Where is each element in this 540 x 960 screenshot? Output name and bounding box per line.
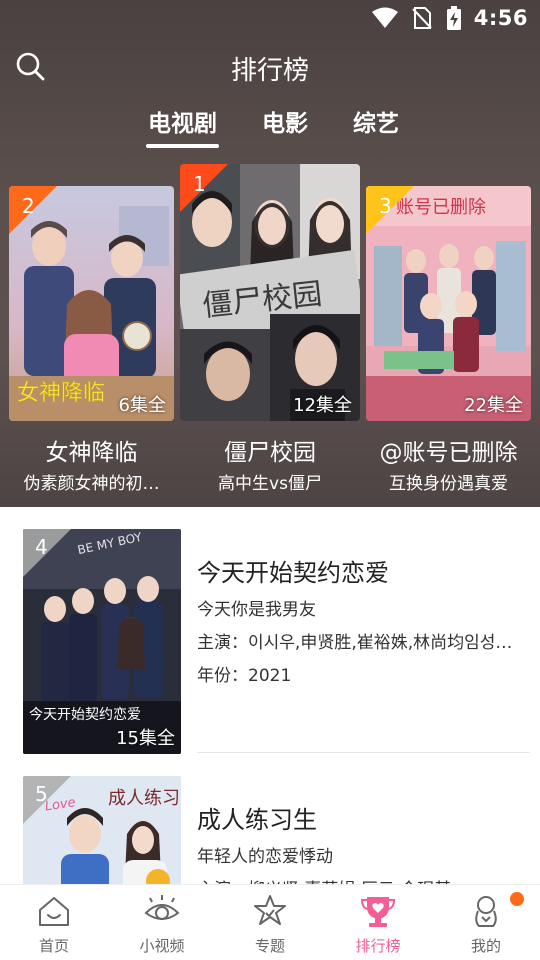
rank-number: 2 xyxy=(22,194,35,218)
eye-icon xyxy=(144,895,180,920)
tab-variety[interactable]: 综艺 xyxy=(353,104,399,138)
poster-title-art: 女神降临 xyxy=(17,381,105,406)
status-icons xyxy=(372,6,462,30)
list-year: 年份：2021 xyxy=(197,666,292,686)
list-poster: 成人练习生 Love 5 xyxy=(23,776,181,886)
star-badge-icon xyxy=(254,895,286,925)
rank-number: 3 xyxy=(379,194,392,218)
list-cast: 主演：이시우,申贤胜,崔裕姝,林尚均임성… xyxy=(197,633,513,653)
nav-topics[interactable]: 专题 xyxy=(216,885,324,960)
rank-number: 4 xyxy=(35,535,48,559)
trophy-heart-icon xyxy=(360,897,396,927)
episode-count: 6集全 xyxy=(118,395,166,416)
title-bar: 排行榜 xyxy=(0,40,540,92)
rank-number: 5 xyxy=(35,782,48,806)
battery-charging-icon xyxy=(447,6,461,30)
podium-subtitle-rank-3: 互换身份遇真爱 xyxy=(389,474,508,494)
page-title: 排行榜 xyxy=(230,56,309,86)
nav-label: 我的 xyxy=(470,937,501,955)
no-sim-icon xyxy=(412,7,432,29)
list-title[interactable]: 成人练习生 xyxy=(197,800,317,835)
bottom-nav: 首页 小视频 专题 排行榜 我的 xyxy=(0,884,540,960)
list-item-rank-4[interactable]: BE MY BOY 今天开始契约恋爱 4 15集全 今天开始契约恋爱 今天你是我… xyxy=(0,529,540,769)
list-tagline: 今天你是我男友 xyxy=(197,600,316,620)
episode-count: 12集全 xyxy=(293,395,352,416)
rank-number: 1 xyxy=(193,172,206,196)
profile-icon xyxy=(475,896,497,927)
nav-profile[interactable]: 我的 xyxy=(432,885,540,960)
episode-count: 15集全 xyxy=(116,728,175,749)
notification-dot xyxy=(510,892,524,906)
podium-card-rank-3[interactable]: 账号已删除 3 22集全 xyxy=(366,186,531,421)
home-icon xyxy=(39,897,69,926)
podium-subtitle-rank-1: 高中生vs僵尸 xyxy=(218,474,322,494)
episode-count: 22集全 xyxy=(464,395,523,416)
list-item-rank-5[interactable]: 成人练习生 Love 5 成人练习生 年轻人的恋爱悸动 主演：柳义贤,惠荷娟,厉… xyxy=(0,776,540,886)
nav-label: 首页 xyxy=(38,937,69,955)
hero-header: 4:56 排行榜 电视剧 电影 综艺 女神降临 2 6集全 僵尸校园 1 12集… xyxy=(0,0,540,507)
tab-movies[interactable]: 电影 xyxy=(262,104,308,138)
poster-title-art: 成人练习生 xyxy=(108,788,181,809)
podium-subtitle-rank-2: 伪素颜女神的初… xyxy=(23,474,160,494)
podium-title-rank-1[interactable]: 僵尸校园 xyxy=(180,433,360,467)
nav-label: 专题 xyxy=(254,937,285,955)
category-tabs: 电视剧 电影 综艺 xyxy=(0,104,540,150)
podium-card-rank-1[interactable]: 僵尸校园 1 12集全 xyxy=(180,164,360,421)
tab-tv-series[interactable]: 电视剧 xyxy=(146,104,219,148)
nav-rankings[interactable]: 排行榜 xyxy=(324,885,432,960)
wifi-icon xyxy=(372,7,398,28)
nav-label: 小视频 xyxy=(139,937,185,955)
status-bar: 4:56 xyxy=(0,0,540,36)
list-title[interactable]: 今天开始契约恋爱 xyxy=(197,553,389,588)
list-tagline: 年轻人的恋爱悸动 xyxy=(197,847,333,867)
status-time: 4:56 xyxy=(473,6,528,30)
poster-title-art: 今天开始契约恋爱 xyxy=(29,706,141,723)
podium-card-rank-2[interactable]: 女神降临 2 6集全 xyxy=(9,186,174,421)
nav-home[interactable]: 首页 xyxy=(0,885,108,960)
podium-title-rank-3[interactable]: @账号已删除 xyxy=(366,433,531,467)
list-divider xyxy=(197,752,530,753)
nav-short-video[interactable]: 小视频 xyxy=(108,885,216,960)
screen: 4:56 排行榜 电视剧 电影 综艺 女神降临 2 6集全 僵尸校园 1 12集… xyxy=(0,0,540,960)
podium-title-rank-2[interactable]: 女神降临 xyxy=(9,433,174,467)
nav-label: 排行榜 xyxy=(355,937,401,955)
list-poster: BE MY BOY 今天开始契约恋爱 4 15集全 xyxy=(23,529,181,754)
